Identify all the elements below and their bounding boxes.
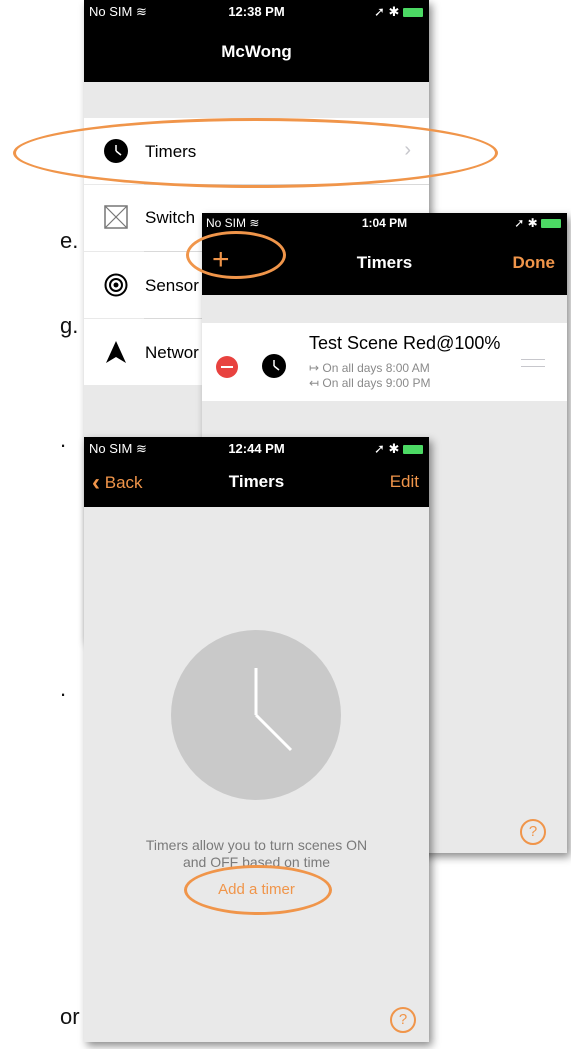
- list-item-label: Networ: [145, 343, 199, 362]
- status-bar: No SIM ≋ 1:04 PM ➚ ✱: [202, 213, 567, 233]
- edge-text-4: .: [60, 676, 67, 701]
- add-timer-link[interactable]: Add a timer: [84, 881, 429, 898]
- edge-text-1: e.: [60, 228, 79, 253]
- clock-icon: [104, 139, 128, 163]
- timer-name: Test Scene Red@100%: [309, 333, 501, 353]
- timer-on-schedule: ↦ On all days 8:00 AM: [309, 361, 430, 375]
- network-icon: [104, 340, 128, 369]
- help-icon[interactable]: ?: [520, 819, 546, 845]
- timer-off-schedule: ↤ On all days 9:00 PM: [309, 376, 431, 390]
- edge-text-3: .: [60, 427, 67, 452]
- status-bar: No SIM ≋ 12:38 PM ➚ ✱: [84, 0, 429, 22]
- navigation-bar: + Timers Done: [202, 233, 567, 295]
- clock-icon: [262, 354, 286, 378]
- page-title: Timers: [228, 472, 285, 491]
- delete-icon[interactable]: [216, 356, 238, 378]
- reorder-handle-icon[interactable]: [521, 359, 545, 367]
- timer-row[interactable]: Test Scene Red@100% ↦ On all days 8:00 A…: [202, 323, 567, 401]
- screen-timers-empty: No SIM ≋ 12:44 PM ➚ ✱ ‹ Back Timers Edit…: [84, 437, 429, 1042]
- done-button[interactable]: Done: [513, 253, 556, 273]
- description-line-2: and OFF based on time: [182, 854, 331, 870]
- navigation-bar: McWong: [84, 22, 429, 82]
- description-line-1: Timers allow you to turn scenes ON: [145, 837, 368, 853]
- chevron-right-icon: ›: [404, 139, 411, 161]
- edit-button[interactable]: Edit: [390, 472, 419, 492]
- list-item-label: Switch: [145, 208, 196, 227]
- edge-text-2: g.: [60, 313, 79, 338]
- page-title: McWong: [221, 42, 292, 61]
- clock-label: 1:04 PM: [361, 216, 408, 230]
- navigation-bar: ‹ Back Timers Edit: [84, 459, 429, 507]
- list-item-timers[interactable]: Timers ›: [84, 118, 429, 184]
- battery-icon: ➚ ✱: [514, 216, 561, 230]
- list-item-label: Timers: [145, 142, 197, 161]
- list-item-label: Sensor: [145, 276, 199, 295]
- switch-icon: [104, 205, 128, 234]
- sensor-icon: [104, 273, 128, 302]
- edge-text-5: or: [60, 1004, 80, 1029]
- battery-icon: ➚ ✱: [374, 441, 423, 457]
- status-bar: No SIM ≋ 12:44 PM ➚ ✱: [84, 437, 429, 459]
- empty-state-description: Timers allow you to turn scenes ON and O…: [84, 837, 429, 871]
- battery-icon: ➚ ✱: [374, 4, 423, 20]
- empty-clock-icon: [171, 630, 341, 800]
- help-icon[interactable]: ?: [390, 1007, 416, 1033]
